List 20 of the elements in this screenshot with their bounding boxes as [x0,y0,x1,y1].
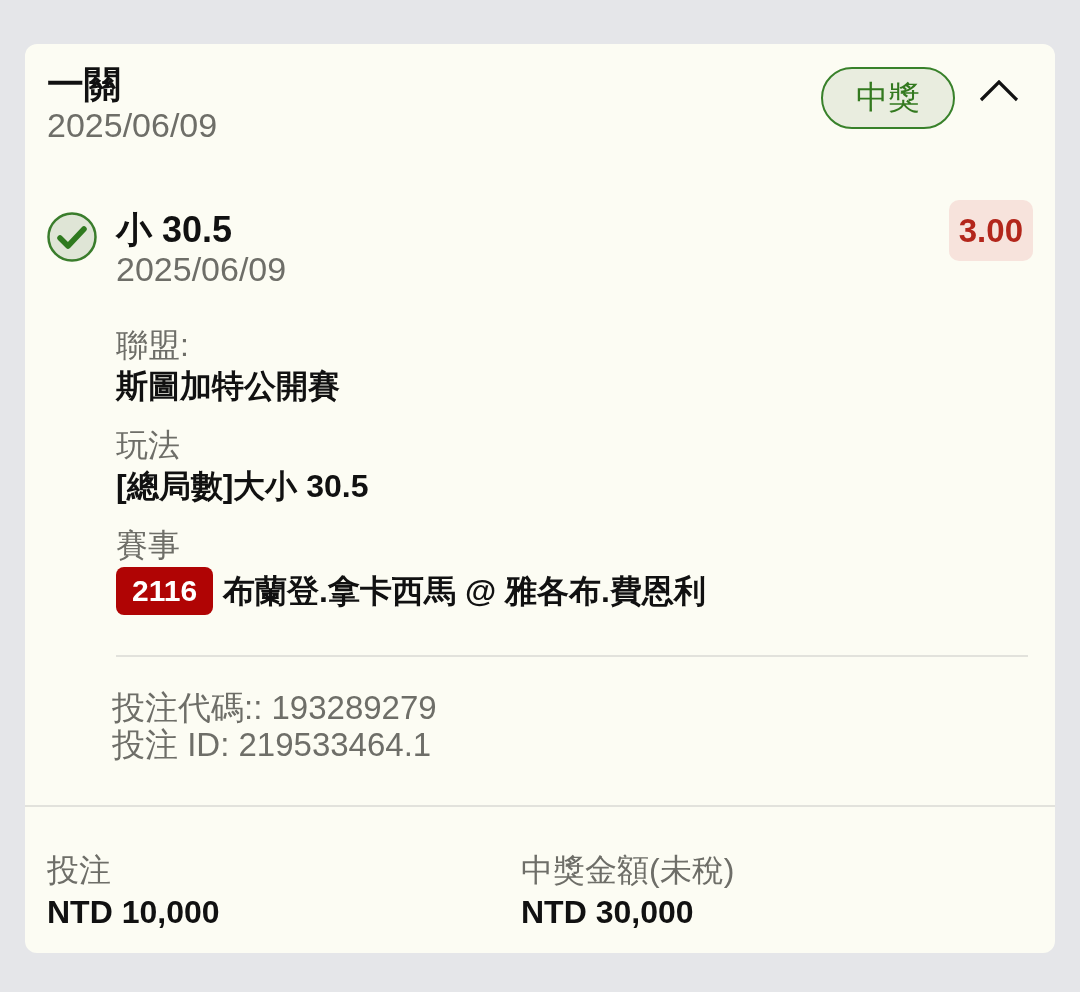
bet-date: 2025/06/09 [47,106,219,144]
selection-date: 2025/06/09 [116,250,288,288]
detail-value: 斯圖加特公開賽 [116,367,341,406]
detail-label: 玩法 [116,426,181,465]
odds-badge: 3.00 [948,200,1033,261]
event-code-badge: 2116 [116,567,214,615]
summary-value: NTD 10,000 [47,893,221,932]
chevron-up-icon [979,80,1019,102]
bet-type-title: 一關 [47,64,122,106]
event-name: 布蘭登.拿卡西馬 @ 雅各布.費恩利 [223,572,706,611]
summary-label: 投注 [47,851,112,890]
bet-code: 投注代碼:: 193289279 [112,689,438,726]
detail-label: 賽事 [116,526,181,565]
bet-id: 投注 ID: 219533464.1 [112,726,433,763]
status-badge: 中獎 [821,67,955,129]
selection-pick: 小 30.5 [116,210,234,250]
detail-value: [總局數]大小 30.5 [116,467,370,506]
detail-label: 聯盟: [116,326,190,365]
summary-value: NTD 30,000 [521,893,695,932]
summary-label: 中獎金額(未稅) [521,851,736,890]
